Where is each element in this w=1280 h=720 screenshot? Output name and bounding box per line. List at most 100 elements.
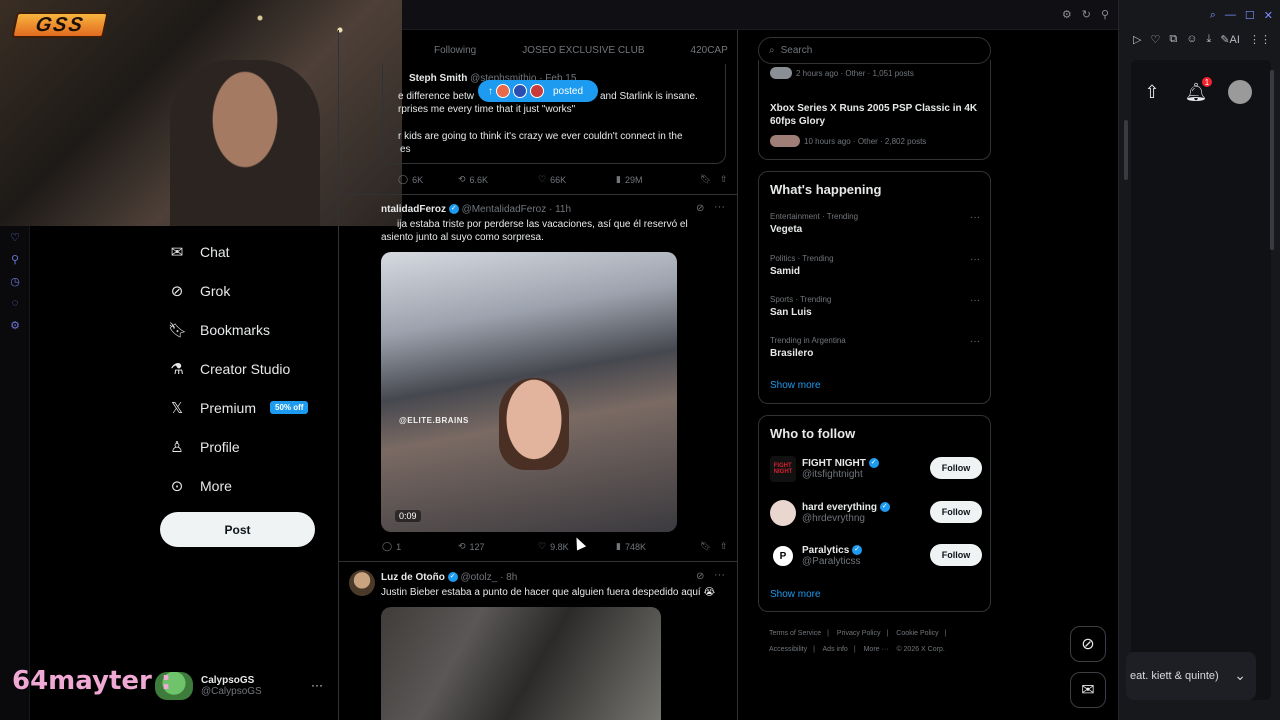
posted-label: posted [553, 85, 584, 97]
follow-button[interactable]: Follow [930, 501, 982, 523]
trend-item[interactable]: Trending in Argentina Brasilero ··· [770, 336, 980, 359]
top-news-panel: 2 hours ago · Other · 1,051 posts Xbox S… [758, 60, 991, 160]
reply-button[interactable]: ◯ 1 [382, 541, 458, 552]
scrollbar[interactable] [1124, 120, 1128, 180]
tab-following[interactable]: Following [434, 45, 476, 56]
download-icon[interactable]: ⤓ [1206, 33, 1211, 46]
tweet-text: asiento junto al suyo como sorpresa. [381, 232, 544, 243]
pin-icon[interactable]: ⚲ [0, 248, 30, 270]
trend-meta: Sports · Trending [770, 295, 832, 304]
footer-link-privacy[interactable]: Privacy Policy [837, 630, 881, 637]
tab-420cap[interactable]: 420CAP [691, 45, 728, 56]
chevron-down-icon[interactable]: ⌄ [1234, 667, 1246, 684]
close-icon[interactable]: ✕ [1264, 9, 1273, 22]
more-dots-icon[interactable]: ··· [714, 569, 725, 581]
post-button[interactable]: Post [160, 512, 315, 547]
apps-icon[interactable]: ⋮⋮ [1249, 33, 1271, 46]
show-more-link[interactable]: Show more [770, 380, 821, 391]
grok-icon[interactable]: ⊘ [696, 203, 704, 214]
footer-link-ads[interactable]: Ads info [823, 646, 848, 653]
follow-button[interactable]: Follow [930, 544, 982, 566]
minimize-icon[interactable]: — [1225, 9, 1236, 21]
like-button[interactable]: ♡ 66K [538, 174, 616, 185]
grok-icon[interactable]: ⊘ [696, 571, 704, 582]
show-more-link[interactable]: Show more [770, 589, 821, 600]
trend-item[interactable]: Politics · Trending Samid ··· [770, 254, 980, 277]
news-item-title[interactable]: Xbox Series X Runs 2005 PSP Classic in 4… [770, 102, 982, 128]
tweet-author-name[interactable]: ntalidadFeroz [381, 204, 446, 215]
view-count: 748K [624, 541, 646, 552]
sidebar-item-chat[interactable]: ✉ Chat [160, 232, 340, 271]
settings-icon[interactable]: ⚙ [1062, 8, 1072, 21]
trend-item[interactable]: Sports · Trending San Luis ··· [770, 295, 980, 318]
follow-suggestion[interactable]: FIGHT NIGHT FIGHT NIGHT ✓ @itsfightnight … [770, 454, 982, 484]
sidebar-item-more[interactable]: ⊙ More [160, 466, 340, 505]
music-player[interactable]: eat. kiett & quinte) ⌄ [1126, 652, 1256, 700]
reload-icon[interactable]: ↻ [1082, 8, 1091, 21]
avatar [770, 67, 792, 79]
account-handle: @CalypsoGS [201, 686, 262, 697]
sidebar-item-grok[interactable]: ⊘ Grok [160, 271, 340, 310]
follow-suggestion[interactable]: hard everything ✓ @hrdevrythng Follow [770, 498, 982, 528]
tweet-author-name[interactable]: Luz de Otoño [381, 572, 445, 583]
tweet-author-name: Steph Smith [409, 73, 468, 84]
tab-joseo-exclusive-club[interactable]: JOSEO EXCLUSIVE CLUB [522, 45, 644, 56]
bookmark-icon[interactable]: 🔖︎ [700, 174, 720, 185]
chat-bubble-icon[interactable]: ◌ [0, 292, 30, 314]
repost-button[interactable]: ⟲ 6.6K [458, 174, 538, 185]
search-icon[interactable]: ⌕ [1210, 9, 1216, 22]
sidebar-item-premium[interactable]: 𝕏 Premium 50% off [160, 388, 340, 427]
tweet-image[interactable] [381, 607, 661, 720]
views-button[interactable]: ▮ 748K [616, 541, 700, 552]
views-button[interactable]: ▮ 29M [616, 174, 700, 185]
sidebar-item-profile[interactable]: ♙ Profile [160, 427, 340, 466]
mail-icon: ✉ [1081, 682, 1095, 699]
repost-button[interactable]: ⟲ 127 [458, 541, 538, 552]
tweet-video[interactable]: @ELITE.BRAINS 0:09 [381, 252, 677, 532]
gear-icon[interactable]: ⚙ [0, 314, 30, 336]
ai-icon[interactable]: ✎AI [1220, 33, 1240, 46]
play-icon[interactable]: ▷ [1133, 33, 1141, 46]
more-dots-icon[interactable]: ··· [970, 295, 980, 306]
new-posts-pill[interactable]: ↑ posted [478, 80, 598, 102]
sidebar-item-creator-studio[interactable]: ⚗ Creator Studio [160, 349, 340, 388]
extension-icon[interactable]: ⧉ [1169, 33, 1177, 46]
more-dots-icon[interactable]: ··· [714, 201, 725, 213]
pin-icon[interactable]: ⚲ [1101, 8, 1109, 21]
side-panel-scrollbar[interactable] [1270, 70, 1274, 250]
messages-fab[interactable]: ✉ [1070, 672, 1106, 708]
footer-link-cookie[interactable]: Cookie Policy [896, 630, 938, 637]
follow-suggestion[interactable]: P Paralytics ✓ @Paralyticss Follow [770, 541, 982, 571]
share-icon[interactable]: ⇧ [720, 541, 728, 552]
more-dots-icon[interactable]: ··· [970, 212, 980, 223]
footer-link-more[interactable]: More ··· [864, 646, 889, 653]
tweet-header: Luz de Otoño ✓ @otolz_ · 8h [381, 571, 517, 584]
footer-link-accessibility[interactable]: Accessibility [769, 646, 807, 653]
who-to-follow-panel: Who to follow FIGHT NIGHT FIGHT NIGHT ✓ @… [758, 415, 991, 612]
reply-button[interactable]: ◯ 6K [398, 174, 458, 185]
clock-icon[interactable]: ◷ [0, 270, 30, 292]
bookmark-icon[interactable]: 🔖︎ [700, 541, 720, 552]
avatar: FIGHT NIGHT [770, 456, 796, 482]
more-dots-icon[interactable]: ··· [311, 678, 323, 692]
account-switcher[interactable]: CalypsoGS @CalypsoGS ··· [155, 668, 335, 704]
bell-icon[interactable]: 🔔︎ 1 [1184, 77, 1212, 104]
user-icon[interactable]: ☺ [1186, 33, 1197, 45]
grok-fab[interactable]: ⊘ [1070, 626, 1106, 662]
footer-link-terms[interactable]: Terms of Service [769, 630, 821, 637]
avatar[interactable] [349, 570, 375, 596]
share-icon[interactable]: ⇧ [720, 174, 728, 185]
tweet-handle: @MentalidadFeroz · 11h [461, 204, 572, 215]
more-dots-icon[interactable]: ··· [970, 336, 980, 347]
trend-item[interactable]: Entertainment · Trending Vegeta ··· [770, 212, 980, 235]
more-dots-icon[interactable]: ··· [970, 254, 980, 265]
follow-button[interactable]: Follow [930, 457, 982, 479]
streamer-logo: GSS [11, 12, 109, 38]
avatar[interactable] [1228, 80, 1252, 104]
heart-icon[interactable]: ♡ [0, 226, 30, 248]
share-icon[interactable]: ⇧ [1140, 80, 1164, 104]
maximize-icon[interactable]: ☐ [1245, 9, 1255, 22]
sidebar-item-bookmarks[interactable]: 🔖︎ Bookmarks [160, 310, 340, 349]
heart-icon: ♡ [538, 541, 547, 551]
heart-icon[interactable]: ♡ [1150, 33, 1160, 46]
